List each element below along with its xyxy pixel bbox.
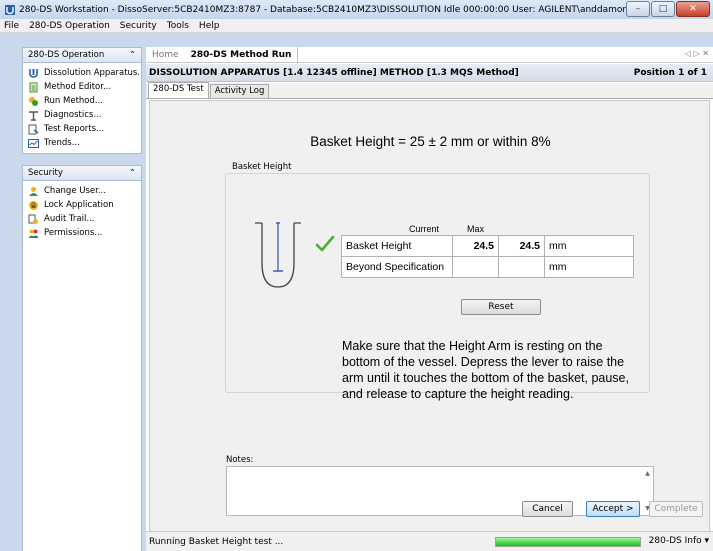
sidebar-item-change-user[interactable]: Change User... [23,184,141,198]
sidebar-item-label: Change User... [44,186,106,196]
title-bar: 280-DS Workstation - DissoServer:5CB2410… [0,0,713,19]
menu-help[interactable]: Help [199,21,220,31]
maximize-button[interactable]: □ [651,1,675,17]
audit-icon [28,214,39,225]
sidebar-item-label: Permissions... [44,228,103,238]
sidebar-item-permissions[interactable]: Permissions... [23,226,141,240]
tab-home[interactable]: Home [146,47,185,63]
menu-operation[interactable]: 280-DS Operation [29,21,110,31]
sidebar-item-label: Method Editor... [44,82,112,92]
trend-chart-icon [28,138,39,149]
sidebar-item-trends[interactable]: Trends... [23,136,141,150]
tab-method-run[interactable]: 280-DS Method Run [185,46,299,63]
menu-bar: File 280-DS Operation Security Tools Hel… [0,19,713,33]
tab-activity-log[interactable]: Activity Log [209,84,270,98]
app-logo-icon [4,4,16,16]
operation-group-header[interactable]: 280-DS Operation ⌃ [22,47,142,63]
info-dropdown[interactable]: 280-DS Info ▾ [649,536,709,546]
row-label: Beyond Specification [341,256,453,278]
status-bar: Running Basket Height test ... 280-DS In… [146,531,713,551]
tab-280ds-test[interactable]: 280-DS Test [148,82,209,98]
unit-label: mm [544,256,634,278]
scroll-up-icon[interactable]: ▲ [645,470,650,477]
sidebar: 280-DS Operation ⌃ Dissolution Apparatus… [0,47,142,551]
measurement-table: Basket Height 24.5 24.5 mm Beyond Specif… [341,235,634,278]
sidebar-item-label: Lock Application [44,200,114,210]
progress-bar [495,537,641,547]
test-headline: Basket Height = 25 ± 2 mm or within 8% [310,134,551,149]
column-header-max: Max [467,224,485,234]
main-panel: Home 280-DS Method Run ◁ ▷ ✕ DISSOLUTION… [146,46,713,551]
collapse-icon[interactable]: ⌃ [129,50,136,60]
run-icon [28,96,39,107]
row-label: Basket Height [341,235,453,257]
complete-button: Complete [649,501,703,517]
sidebar-item-method-editor[interactable]: Method Editor... [23,80,141,94]
action-buttons: Cancel Accept > Complete [146,501,713,523]
collapse-icon[interactable]: ⌃ [129,168,136,178]
current-value: 24.5 [452,235,499,257]
status-text: Running Basket Height test ... [149,536,284,547]
diagnostics-icon [28,110,39,121]
menu-tools[interactable]: Tools [167,21,189,31]
column-header-current: Current [409,224,440,234]
accept-button[interactable]: Accept > [586,501,640,517]
progress-fill [496,538,640,546]
sidebar-item-label: Run Method... [44,96,103,106]
permissions-icon [28,228,39,239]
document-tabs: Home 280-DS Method Run ◁ ▷ ✕ [146,46,713,63]
table-row: Basket Height 24.5 24.5 mm [341,235,634,257]
sidebar-item-lock-application[interactable]: Lock Application [23,198,141,212]
sidebar-item-label: Test Reports... [44,124,105,134]
operation-group-items: Dissolution Apparatus... Method Editor..… [22,63,142,154]
run-header: DISSOLUTION APPARATUS [1.4 12345 offline… [146,64,713,82]
operation-group: 280-DS Operation ⌃ Dissolution Apparatus… [22,47,142,154]
vessel-illustration [254,221,302,294]
operation-group-title: 280-DS Operation [28,50,105,60]
window-title: 280-DS Workstation - DissoServer:5CB2410… [19,4,629,15]
table-row: Beyond Specification mm [341,256,634,278]
menu-security[interactable]: Security [120,21,157,31]
sidebar-item-run-method[interactable]: Run Method... [23,94,141,108]
sidebar-item-audit-trail[interactable]: Audit Trail... [23,212,141,226]
close-button[interactable]: ✕ [676,1,710,17]
test-tabs: 280-DS Test Activity Log [146,82,713,99]
test-content: Basket Height = 25 ± 2 mm or within 8% B… [149,100,710,537]
basket-height-group-label: Basket Height [230,162,294,172]
sidebar-item-label: Trends... [44,138,80,148]
position-indicator: Position 1 of 1 [633,67,707,78]
cancel-button[interactable]: Cancel [522,501,573,517]
minimize-button[interactable]: – [626,1,650,17]
current-value [452,256,499,278]
checkmark-icon [315,235,335,256]
user-icon [28,186,39,197]
sidebar-item-dissolution-apparatus[interactable]: Dissolution Apparatus... [23,66,141,80]
run-header-text: DISSOLUTION APPARATUS [1.4 12345 offline… [149,67,519,78]
notes-label: Notes: [226,455,254,465]
lock-icon [28,200,39,211]
tab-navigation-controls[interactable]: ◁ ▷ ✕ [685,49,709,58]
sidebar-item-diagnostics[interactable]: Diagnostics... [23,108,141,122]
document-icon [28,82,39,93]
reset-button[interactable]: Reset [461,299,541,315]
max-value [498,256,545,278]
instructions-text: Make sure that the Height Arm is resting… [342,339,629,401]
sidebar-item-label: Audit Trail... [44,214,95,224]
sidebar-item-label: Dissolution Apparatus... [44,68,141,78]
sidebar-item-label: Diagnostics... [44,110,102,120]
security-group: Security ⌃ Change User... Lock Applicati… [22,165,142,551]
security-group-header[interactable]: Security ⌃ [22,165,142,181]
menu-file[interactable]: File [4,21,19,31]
apparatus-icon [28,68,39,79]
unit-label: mm [544,235,634,257]
report-icon [28,124,39,135]
max-value: 24.5 [498,235,545,257]
security-group-items: Change User... Lock Application Audit Tr… [22,181,142,551]
security-group-title: Security [28,168,63,178]
sidebar-item-test-reports[interactable]: Test Reports... [23,122,141,136]
